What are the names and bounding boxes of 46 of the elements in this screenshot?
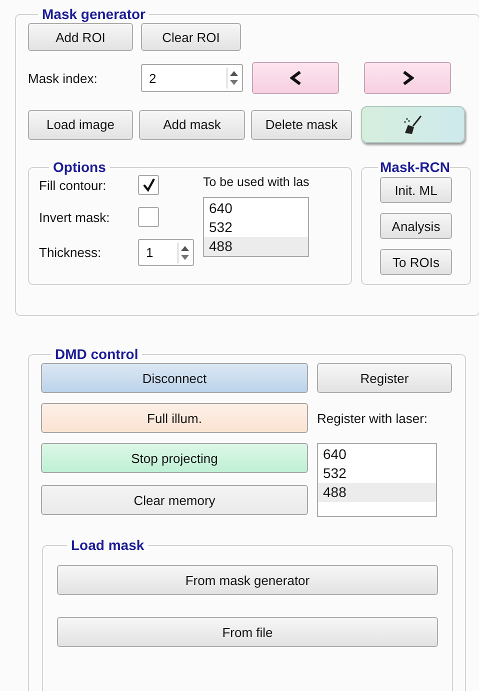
clear-button[interactable] <box>361 106 465 143</box>
broom-icon <box>402 114 424 134</box>
dmd-button[interactable]: Disconnect <box>41 363 308 393</box>
spin-arrows-icon <box>177 242 191 264</box>
roi-button[interactable]: Clear ROI <box>141 23 241 51</box>
dmd-button[interactable]: Clear memory <box>41 485 308 515</box>
laser-list[interactable]: 640 532 488 <box>203 197 310 257</box>
group-title: DMD control <box>54 346 140 362</box>
thickness-spinbox[interactable]: 1 <box>138 239 194 266</box>
field-label: Mask index: <box>28 70 98 86</box>
checkbox[interactable] <box>138 175 159 195</box>
dmd-button[interactable]: Full illum. <box>41 403 308 433</box>
load-mask-button[interactable]: From file <box>57 617 438 647</box>
checkbox[interactable] <box>138 207 159 227</box>
field-label: Invert mask: <box>39 210 111 224</box>
mask-rcn-button[interactable]: Analysis <box>380 213 452 239</box>
list-item[interactable]: 532 <box>204 218 308 237</box>
nav-button[interactable] <box>364 62 451 94</box>
mask-action-button[interactable]: Add mask <box>139 110 245 140</box>
load-mask-button[interactable]: From mask generator <box>57 565 438 595</box>
chevron-right-icon <box>402 71 414 85</box>
roi-button[interactable]: Add ROI <box>28 23 133 51</box>
group-title: Load mask <box>70 537 146 553</box>
list-item[interactable]: 488 <box>318 483 436 502</box>
mask-action-button[interactable]: Load image <box>28 110 133 140</box>
register-button[interactable]: Register <box>317 363 452 393</box>
list-item[interactable]: 640 <box>204 199 308 218</box>
group-title: Mask generator <box>41 6 146 22</box>
field-label: To be used with las <box>203 175 310 189</box>
list-item[interactable]: 640 <box>318 445 436 464</box>
group-title: Options <box>52 159 107 175</box>
mask-rcn-button[interactable]: To ROIs <box>380 249 452 275</box>
mask-action-button[interactable]: Delete mask <box>251 110 352 140</box>
group-title: Mask-RCN <box>379 160 450 175</box>
laser-list[interactable]: 640 532 488 <box>317 443 437 517</box>
field-label: Register with laser: <box>317 410 429 426</box>
mask-rcn-button[interactable]: Init. ML <box>380 177 452 203</box>
field-label: Fill contour: <box>39 178 108 192</box>
field-label: Thickness: <box>39 245 102 260</box>
dmd-button[interactable]: Stop projecting <box>41 443 308 473</box>
spin-arrows-icon <box>226 67 240 89</box>
chevron-left-icon <box>290 71 302 85</box>
list-item[interactable]: 532 <box>318 464 436 483</box>
mask-index-spinbox[interactable]: 2 <box>141 64 243 92</box>
nav-button[interactable] <box>252 62 339 94</box>
list-item[interactable]: 488 <box>204 237 308 256</box>
